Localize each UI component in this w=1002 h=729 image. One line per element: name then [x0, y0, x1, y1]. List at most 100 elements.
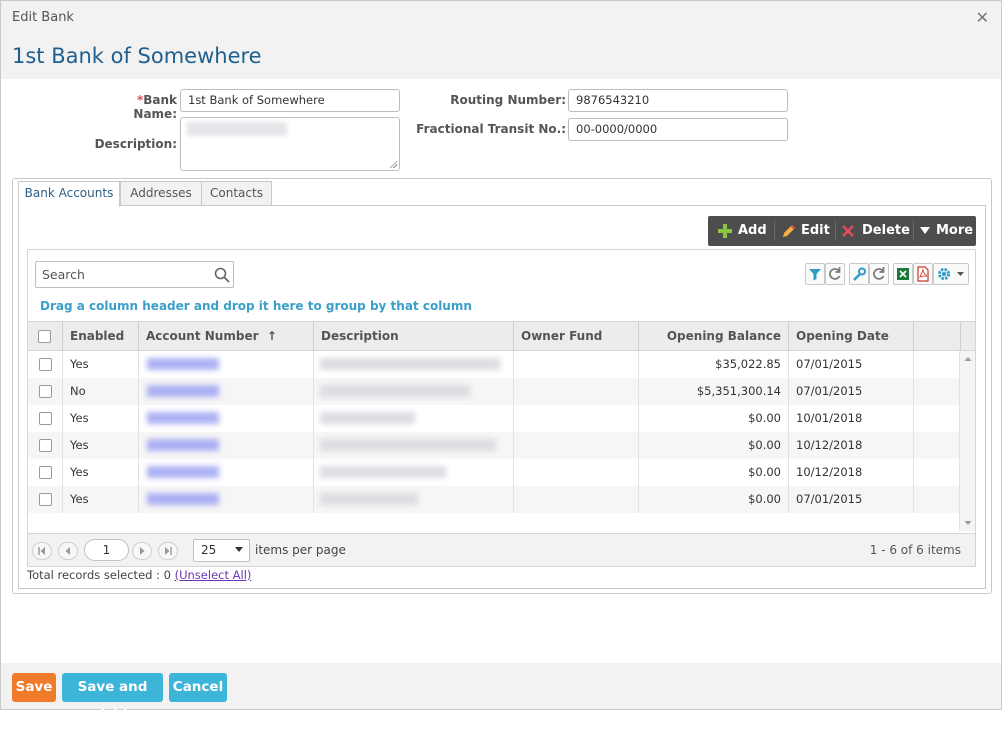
refresh-icon[interactable] — [869, 263, 889, 285]
sort-ascending-icon: ↑ — [266, 329, 277, 343]
search-input[interactable] — [36, 262, 196, 287]
cell-description — [314, 459, 514, 486]
row-checkbox[interactable] — [39, 439, 52, 452]
redacted-account-link[interactable] — [147, 358, 219, 370]
row-checkbox[interactable] — [39, 493, 52, 506]
table-row[interactable]: Yes $0.00 10/12/2018 — [28, 432, 961, 459]
routing-number-field[interactable]: 9876543210 — [568, 89, 788, 112]
row-checkbox[interactable] — [39, 466, 52, 479]
wrench-icon[interactable] — [849, 263, 869, 285]
first-page-icon — [38, 547, 45, 555]
grid-vertical-scrollbar[interactable] — [959, 351, 975, 531]
column-header-account-number[interactable]: Account Number ↑ — [139, 322, 314, 351]
scroll-up-icon[interactable] — [960, 353, 976, 365]
cell-enabled: Yes — [63, 351, 139, 378]
cell-spacer — [914, 459, 961, 486]
add-button[interactable]: Add — [716, 216, 776, 246]
select-all-checkbox[interactable] — [38, 330, 51, 343]
group-by-hint: Drag a column header and drop it here to… — [40, 299, 472, 313]
cell-opening-date: 07/01/2015 — [789, 486, 914, 513]
grid-toolbar: Add Edit Delete More — [708, 216, 976, 246]
delete-button[interactable]: Delete — [841, 216, 913, 246]
row-checkbox[interactable] — [39, 412, 52, 425]
items-per-page-label: items per page — [255, 543, 346, 557]
last-page-button[interactable] — [158, 542, 178, 560]
filter-icon[interactable] — [805, 263, 825, 285]
cell-description — [314, 405, 514, 432]
column-header-owner-fund[interactable]: Owner Fund — [514, 322, 639, 351]
column-header-enabled[interactable]: Enabled — [63, 322, 139, 351]
redacted-account-link[interactable] — [147, 439, 219, 451]
row-checkbox[interactable] — [39, 385, 52, 398]
pdf-icon[interactable] — [913, 263, 933, 285]
table-row[interactable]: Yes $0.00 10/12/2018 — [28, 459, 961, 486]
cell-account-number[interactable] — [139, 486, 314, 513]
current-page[interactable]: 1 — [84, 539, 129, 561]
column-header-description[interactable]: Description — [314, 322, 514, 351]
cell-opening-balance: $35,022.85 — [639, 351, 789, 378]
cell-account-number[interactable] — [139, 351, 314, 378]
cell-opening-balance: $0.00 — [639, 486, 789, 513]
row-select-cell — [28, 486, 63, 513]
routing-number-label: Routing Number: — [450, 93, 566, 107]
cell-account-number[interactable] — [139, 459, 314, 486]
cell-enabled: Yes — [63, 432, 139, 459]
redacted-account-link[interactable] — [147, 466, 219, 478]
delete-x-icon — [842, 225, 854, 237]
cell-opening-date: 07/01/2015 — [789, 351, 914, 378]
column-header-opening-balance[interactable]: Opening Balance — [639, 322, 789, 351]
unselect-all-link[interactable]: (Unselect All) — [175, 568, 252, 582]
table-row[interactable]: Yes $35,022.85 07/01/2015 — [28, 351, 961, 378]
close-icon[interactable]: ✕ — [976, 8, 989, 27]
cell-account-number[interactable] — [139, 432, 314, 459]
tab-contacts[interactable]: Contacts — [201, 181, 272, 206]
redacted-description — [320, 493, 418, 505]
gear-icon[interactable] — [933, 263, 969, 285]
fractional-transit-field[interactable]: 00-0000/0000 — [568, 118, 788, 141]
row-checkbox[interactable] — [39, 358, 52, 371]
edit-button[interactable]: Edit — [782, 216, 838, 246]
table-row[interactable]: No $5,351,300.14 07/01/2015 — [28, 378, 961, 405]
table-row[interactable]: Yes $0.00 07/01/2015 — [28, 486, 961, 513]
column-header-opening-date[interactable]: Opening Date — [789, 322, 914, 351]
cell-account-number[interactable] — [139, 378, 314, 405]
next-page-button[interactable] — [132, 542, 152, 560]
row-select-cell — [28, 378, 63, 405]
cancel-button[interactable]: Cancel — [169, 673, 227, 702]
first-page-button[interactable] — [32, 542, 52, 560]
redacted-account-link[interactable] — [147, 385, 219, 397]
previous-page-icon — [65, 547, 70, 555]
toolbar-divider — [913, 221, 914, 241]
cell-opening-date: 10/12/2018 — [789, 459, 914, 486]
redacted-account-link[interactable] — [147, 493, 219, 505]
cell-account-number[interactable] — [139, 405, 314, 432]
redacted-account-link[interactable] — [147, 412, 219, 424]
search-icon[interactable] — [213, 266, 231, 284]
tab-addresses[interactable]: Addresses — [120, 181, 202, 206]
dialog-title: Edit Bank — [12, 10, 74, 25]
resize-handle[interactable] — [389, 160, 397, 168]
edit-bank-dialog: Edit Bank ✕ 1st Bank of Somewhere *Bank … — [0, 0, 1002, 723]
scroll-down-icon[interactable] — [960, 517, 976, 529]
row-select-cell — [28, 432, 63, 459]
description-field[interactable] — [180, 117, 400, 171]
grid-body: Yes $35,022.85 07/01/2015 No $5,351,300.… — [28, 351, 961, 513]
description-label: Description: — [94, 137, 177, 151]
previous-page-button[interactable] — [58, 542, 78, 560]
table-row[interactable]: Yes $0.00 10/01/2018 — [28, 405, 961, 432]
cell-description — [314, 378, 514, 405]
cell-description — [314, 432, 514, 459]
tab-bank-accounts[interactable]: Bank Accounts — [18, 181, 120, 207]
cell-opening-balance: $5,351,300.14 — [639, 378, 789, 405]
more-button[interactable]: More — [918, 216, 976, 246]
dialog-footer: Save Save and Add Cancel — [1, 663, 1001, 723]
refresh-icon[interactable] — [825, 263, 845, 285]
cell-owner-fund — [514, 459, 639, 486]
save-button[interactable]: Save — [12, 673, 56, 702]
bank-name-field[interactable]: 1st Bank of Somewhere — [180, 89, 400, 112]
save-and-add-button[interactable]: Save and Add — [62, 673, 163, 723]
page-size-select[interactable]: 25 — [193, 539, 250, 562]
excel-icon[interactable] — [893, 263, 913, 285]
caret-down-icon — [920, 227, 930, 234]
last-page-icon — [165, 547, 172, 555]
